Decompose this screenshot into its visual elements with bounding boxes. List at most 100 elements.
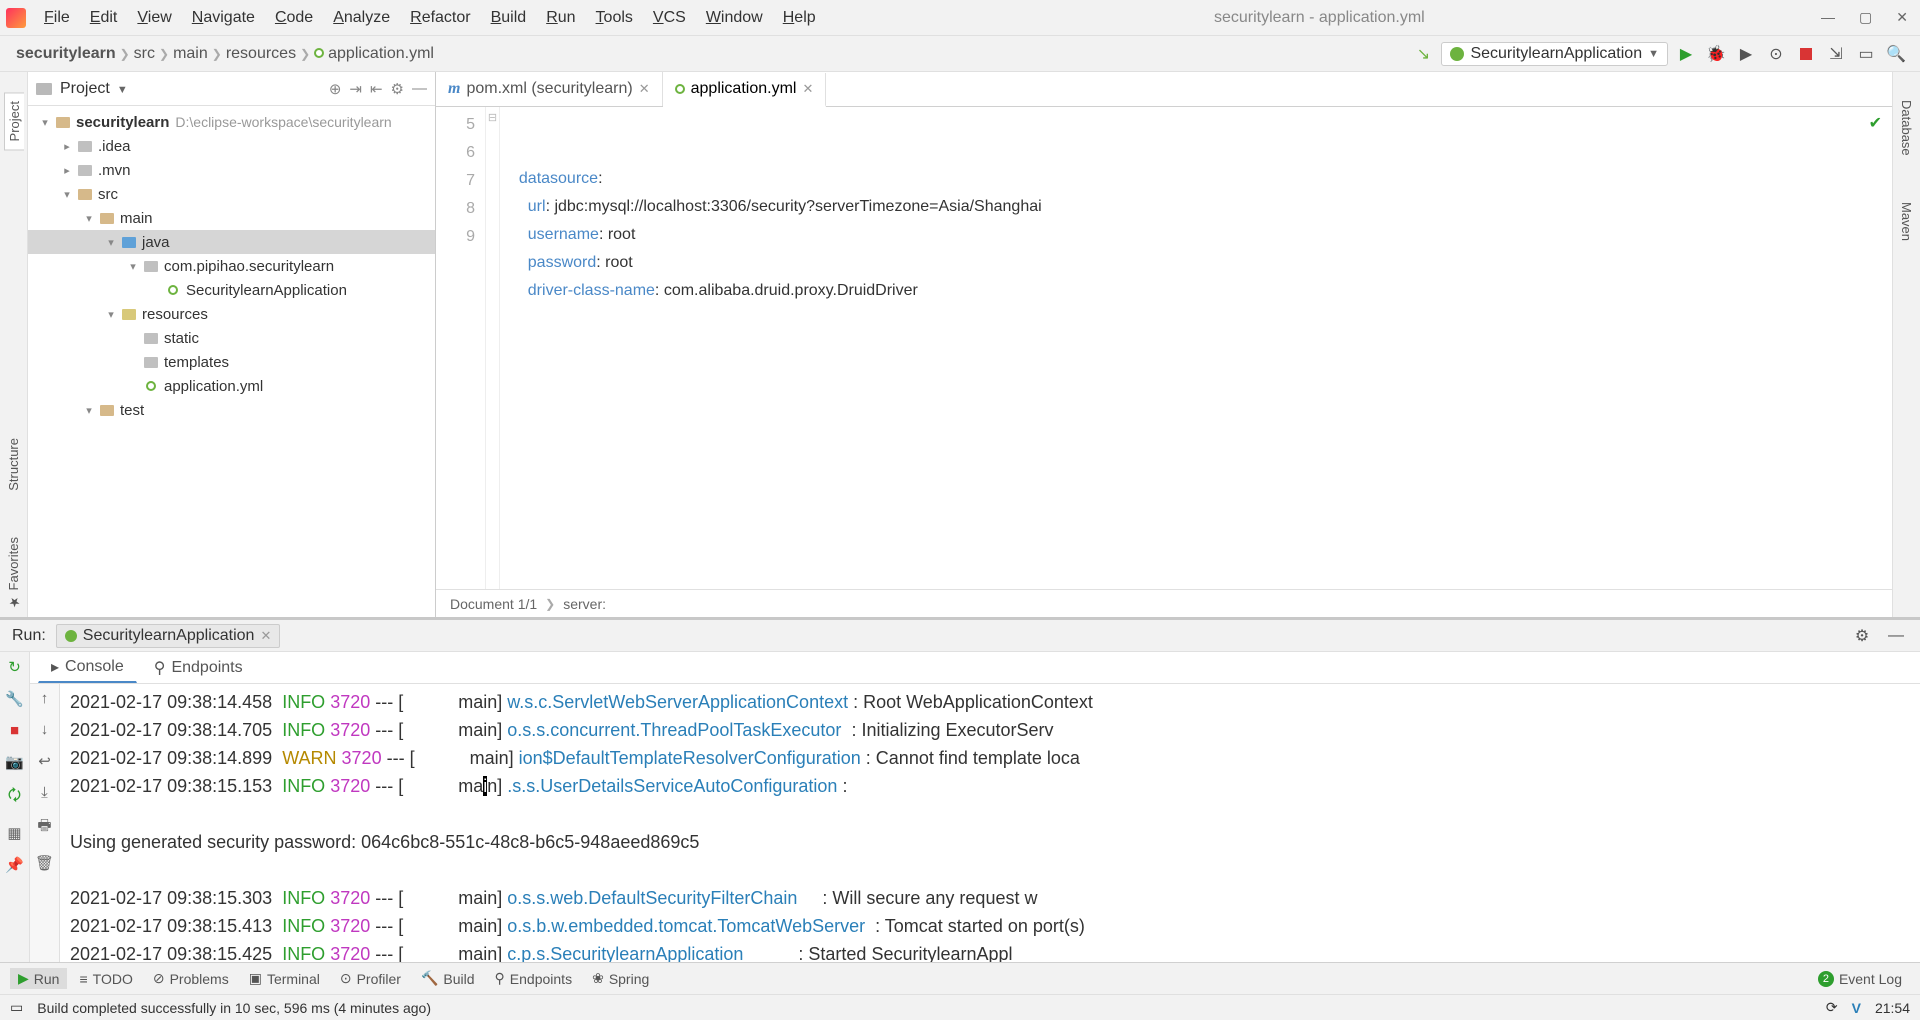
build-button[interactable]: ↘: [1411, 42, 1435, 66]
up-icon[interactable]: ↑: [41, 690, 49, 707]
tree-row[interactable]: SecuritylearnApplication: [28, 278, 435, 302]
stop-button[interactable]: [1794, 42, 1818, 66]
project-tree[interactable]: ▾securitylearnD:\eclipse-workspace\secur…: [28, 106, 435, 617]
console-output[interactable]: 2021-02-17 09:38:14.458 INFO 3720 --- [ …: [60, 684, 1920, 962]
settings-icon[interactable]: ⚙: [1850, 624, 1874, 648]
menu-analyze[interactable]: Analyze: [325, 7, 398, 29]
select-opened-file-icon[interactable]: ⊕: [329, 80, 342, 98]
hide-icon[interactable]: —: [1884, 624, 1908, 648]
menu-file[interactable]: File: [36, 7, 78, 29]
coverage-button[interactable]: ▶: [1734, 42, 1758, 66]
code-line[interactable]: url: jdbc:mysql://localhost:3306/securit…: [510, 193, 1882, 221]
event-log[interactable]: 2Event Log: [1810, 969, 1910, 989]
breadcrumb-item[interactable]: src: [130, 43, 159, 64]
rerun-icon[interactable]: ↻: [8, 658, 21, 676]
tree-row[interactable]: ▾resources: [28, 302, 435, 326]
inspection-ok-icon[interactable]: ✔: [1869, 113, 1882, 133]
soft-wrap-icon[interactable]: ↩: [38, 752, 51, 770]
tool-tab-database[interactable]: Database: [1897, 92, 1916, 164]
stop-icon[interactable]: ■: [10, 722, 19, 739]
tree-arrow-icon[interactable]: ▾: [80, 212, 98, 225]
editor-tab[interactable]: mpom.xml (securitylearn)✕: [436, 72, 663, 106]
tree-row[interactable]: ▾src: [28, 182, 435, 206]
breadcrumb-item[interactable]: main: [169, 43, 212, 64]
close-icon[interactable]: ✕: [802, 81, 813, 97]
menu-vcs[interactable]: VCS: [645, 7, 694, 29]
tree-row[interactable]: application.yml: [28, 374, 435, 398]
profile-button[interactable]: ⊙: [1764, 42, 1788, 66]
close-icon[interactable]: ✕: [1896, 9, 1908, 26]
minimize-icon[interactable]: —: [1821, 9, 1835, 26]
menu-navigate[interactable]: Navigate: [184, 7, 263, 29]
bottom-tool-endpoints[interactable]: ⚲Endpoints: [487, 968, 581, 989]
edit-config-icon[interactable]: 🔧: [5, 690, 24, 708]
expand-all-icon[interactable]: ⇥: [349, 80, 362, 98]
tree-arrow-icon[interactable]: ▾: [124, 260, 142, 273]
bottom-tool-terminal[interactable]: ▣Terminal: [241, 968, 328, 989]
bottom-tool-problems[interactable]: ⊘Problems: [145, 968, 237, 989]
breadcrumb-item[interactable]: securitylearn: [12, 43, 120, 64]
down-icon[interactable]: ↓: [41, 721, 49, 738]
menu-refactor[interactable]: Refactor: [402, 7, 478, 29]
code-line[interactable]: driver-class-name: com.alibaba.druid.pro…: [510, 277, 1882, 305]
run-config-tab[interactable]: SecuritylearnApplication ✕: [56, 624, 281, 648]
tool-tab-maven[interactable]: Maven: [1897, 194, 1916, 249]
exit-icon[interactable]: 🗘: [8, 785, 21, 810]
collapse-all-icon[interactable]: ⇤: [370, 80, 383, 98]
close-icon[interactable]: ✕: [260, 628, 271, 644]
layout-icon[interactable]: ▦: [7, 824, 21, 842]
git-update-button[interactable]: ⇲: [1824, 42, 1848, 66]
code-line[interactable]: username: root: [510, 221, 1882, 249]
run-tab-console[interactable]: ▸ Console: [38, 652, 137, 683]
run-tab-endpoints[interactable]: ⚲ Endpoints: [141, 653, 256, 683]
caret-down-icon[interactable]: ▼: [114, 84, 128, 96]
menu-code[interactable]: Code: [267, 7, 321, 29]
maximize-icon[interactable]: ▢: [1859, 9, 1872, 26]
bottom-tool-build[interactable]: 🔨Build: [413, 968, 483, 989]
tool-tab-favorites[interactable]: ★ Favorites: [4, 529, 23, 617]
tree-arrow-icon[interactable]: ▾: [36, 116, 54, 129]
tree-arrow-icon[interactable]: ▾: [58, 188, 76, 201]
run-button[interactable]: ▶: [1674, 42, 1698, 66]
menu-window[interactable]: Window: [698, 7, 771, 29]
settings-icon[interactable]: ⚙: [391, 80, 404, 98]
menu-tools[interactable]: Tools: [588, 7, 641, 29]
breadcrumb-item[interactable]: resources: [222, 43, 300, 64]
pin-icon[interactable]: 📌: [5, 856, 24, 874]
tree-arrow-icon[interactable]: ▾: [102, 308, 120, 321]
clear-icon[interactable]: 🗑: [35, 854, 54, 872]
scroll-end-icon[interactable]: ⤓: [41, 784, 48, 801]
hide-icon[interactable]: —: [412, 80, 427, 97]
run-config-selector[interactable]: SecuritylearnApplication ▼: [1441, 42, 1668, 66]
code-area[interactable]: ✔ datasource: url: jdbc:mysql://localhos…: [500, 107, 1892, 589]
menu-edit[interactable]: Edit: [82, 7, 126, 29]
bottom-tool-profiler[interactable]: ⊙Profiler: [332, 968, 409, 989]
tree-row[interactable]: ▸.idea: [28, 134, 435, 158]
code-line[interactable]: datasource:: [510, 165, 1882, 193]
tree-row[interactable]: ▾test: [28, 398, 435, 422]
tree-row[interactable]: ▸.mvn: [28, 158, 435, 182]
tree-row[interactable]: static: [28, 326, 435, 350]
tree-row[interactable]: ▾java: [28, 230, 435, 254]
menu-help[interactable]: Help: [775, 7, 824, 29]
git-commit-button[interactable]: ▭: [1854, 42, 1878, 66]
tree-row[interactable]: ▾main: [28, 206, 435, 230]
bottom-tool-todo[interactable]: ≡TODO: [71, 969, 140, 989]
tree-row[interactable]: templates: [28, 350, 435, 374]
show-tool-windows-icon[interactable]: ▭: [10, 999, 23, 1016]
tree-arrow-icon[interactable]: ▸: [58, 164, 76, 177]
tree-row[interactable]: ▾securitylearnD:\eclipse-workspace\secur…: [28, 110, 435, 134]
editor[interactable]: 56789 ⊟ ✔ datasource: url: jdbc:mysql://…: [436, 107, 1892, 589]
tool-tab-structure[interactable]: Structure: [4, 430, 23, 499]
editor-tab[interactable]: application.yml✕: [663, 73, 827, 107]
code-line[interactable]: password: root: [510, 249, 1882, 277]
dump-threads-icon[interactable]: 📷: [5, 753, 24, 771]
menu-build[interactable]: Build: [483, 7, 535, 29]
search-everywhere-button[interactable]: 🔍: [1884, 42, 1908, 66]
breadcrumb-item[interactable]: application.yml: [310, 43, 438, 64]
tree-arrow-icon[interactable]: ▸: [58, 140, 76, 153]
background-tasks-icon[interactable]: ⟳: [1826, 999, 1838, 1016]
vcs-icon[interactable]: V: [1852, 1000, 1861, 1016]
tree-arrow-icon[interactable]: ▾: [102, 236, 120, 249]
menu-view[interactable]: View: [129, 7, 179, 29]
